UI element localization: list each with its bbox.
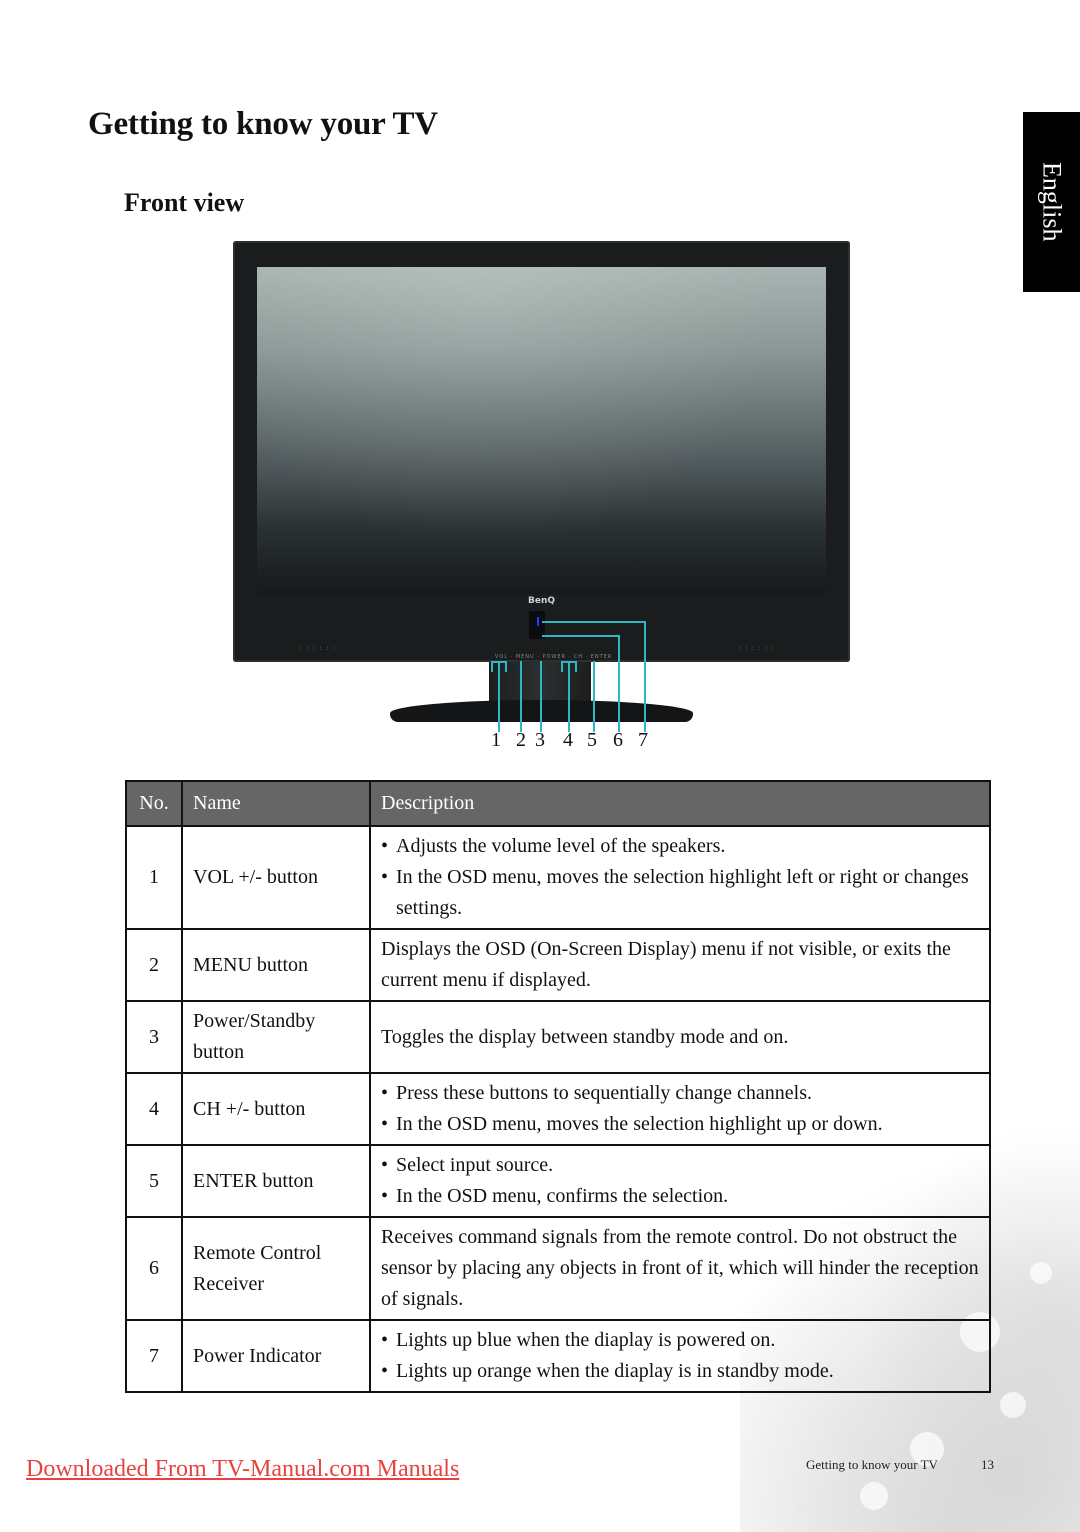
callout-number: 4 xyxy=(563,729,573,751)
row-description: Toggles the display between standby mode… xyxy=(369,1000,991,1074)
row-description: Adjusts the volume level of the speakers… xyxy=(369,825,991,930)
table-row: 1VOL +/- button Adjusts the volume level … xyxy=(125,825,991,930)
description-bullet: In the OSD menu, moves the selection hig… xyxy=(381,862,979,924)
section-title: Front view xyxy=(124,188,245,217)
tv-stand-neck xyxy=(489,662,591,704)
running-footer-title: Getting to know your TV xyxy=(806,1457,938,1472)
speaker-grille-right: :::::: xyxy=(738,645,778,652)
table-header-row: No. Name Description xyxy=(125,780,991,827)
front-view-parts-table: No. Name Description 1VOL +/- button Adju… xyxy=(125,780,991,1393)
page-title: Getting to know your TV xyxy=(88,106,438,142)
row-name: Power Indicator xyxy=(181,1319,371,1393)
row-description: Lights up blue when the diaplay is power… xyxy=(369,1319,991,1393)
description-bullet: In the OSD menu, moves the selection hig… xyxy=(381,1109,979,1140)
row-description: Press these buttons to sequentially chan… xyxy=(369,1072,991,1146)
brand-logo: BenQ xyxy=(528,596,556,606)
description-bullet: Select input source. xyxy=(381,1150,979,1181)
table-row: 5ENTER buttonSelect input source.In the … xyxy=(125,1144,991,1218)
description-bullet-list: Adjusts the volume level of the speakers… xyxy=(381,831,979,924)
description-bullet-list: Select input source.In the OSD menu, con… xyxy=(381,1150,979,1212)
column-header-description: Description xyxy=(369,780,991,827)
language-tab: English xyxy=(1023,112,1080,292)
language-tab-label: English xyxy=(1037,162,1067,242)
callout-number: 7 xyxy=(638,729,648,751)
row-number: 4 xyxy=(125,1072,183,1146)
row-description: Displays the OSD (On-Screen Display) men… xyxy=(369,928,991,1002)
tv-screen xyxy=(257,267,826,594)
page-number: 13 xyxy=(981,1457,994,1472)
row-number: 5 xyxy=(125,1144,183,1218)
description-bullet: Press these buttons to sequentially chan… xyxy=(381,1078,979,1109)
tv-front-illustration: BenQ :::::: :::::: VOL · MENU · POWER · … xyxy=(233,241,850,662)
row-name: Remote Control Receiver xyxy=(181,1216,371,1321)
table-row: 3 Power/Standby button Toggles the display… xyxy=(125,1000,991,1074)
column-header-name: Name xyxy=(181,780,371,827)
callout-number: 3 xyxy=(535,729,545,751)
callout-number: 1 xyxy=(491,729,501,751)
table-row: 4CH +/- button Press these buttons to seq… xyxy=(125,1072,991,1146)
tv-stand-base xyxy=(390,700,693,722)
row-description: Select input source.In the OSD menu, con… xyxy=(369,1144,991,1218)
callout-number: 2 xyxy=(516,729,526,751)
speaker-grille-left: :::::: xyxy=(299,645,339,652)
callout-number: 6 xyxy=(613,729,623,751)
description-bullet-list: Lights up blue when the diaplay is power… xyxy=(381,1325,979,1387)
row-name: CH +/- button xyxy=(181,1072,371,1146)
power-led-icon xyxy=(537,617,539,626)
description-bullet: In the OSD menu, confirms the selection. xyxy=(381,1181,979,1212)
row-name: MENU button xyxy=(181,928,371,1002)
download-source-link[interactable]: Downloaded From TV-Manual.com Manuals xyxy=(26,1456,459,1483)
callout-number: 5 xyxy=(587,729,597,751)
table-row: 7Power Indicator Lights up blue when the … xyxy=(125,1319,991,1393)
row-name: VOL +/- button xyxy=(181,825,371,930)
description-bullet-list: Press these buttons to sequentially chan… xyxy=(381,1078,979,1140)
row-number: 1 xyxy=(125,825,183,930)
row-number: 3 xyxy=(125,1000,183,1074)
description-bullet: Adjusts the volume level of the speakers… xyxy=(381,831,979,862)
table-row: 6 Remote Control Receiver Receives command… xyxy=(125,1216,991,1321)
row-number: 2 xyxy=(125,928,183,1002)
row-number: 7 xyxy=(125,1319,183,1393)
row-description: Receives command signals from the remote… xyxy=(369,1216,991,1321)
row-name: ENTER button xyxy=(181,1144,371,1218)
description-bullet: Lights up blue when the diaplay is power… xyxy=(381,1325,979,1356)
row-name: Power/Standby button xyxy=(181,1000,371,1074)
description-bullet: Lights up orange when the diaplay is in … xyxy=(381,1356,979,1387)
table-row: 2 MENU button Displays the OSD (On-Screen … xyxy=(125,928,991,1002)
front-button-strip: VOL · MENU · POWER · CH · ENTER xyxy=(495,654,613,660)
row-number: 6 xyxy=(125,1216,183,1321)
column-header-no: No. xyxy=(125,780,183,827)
